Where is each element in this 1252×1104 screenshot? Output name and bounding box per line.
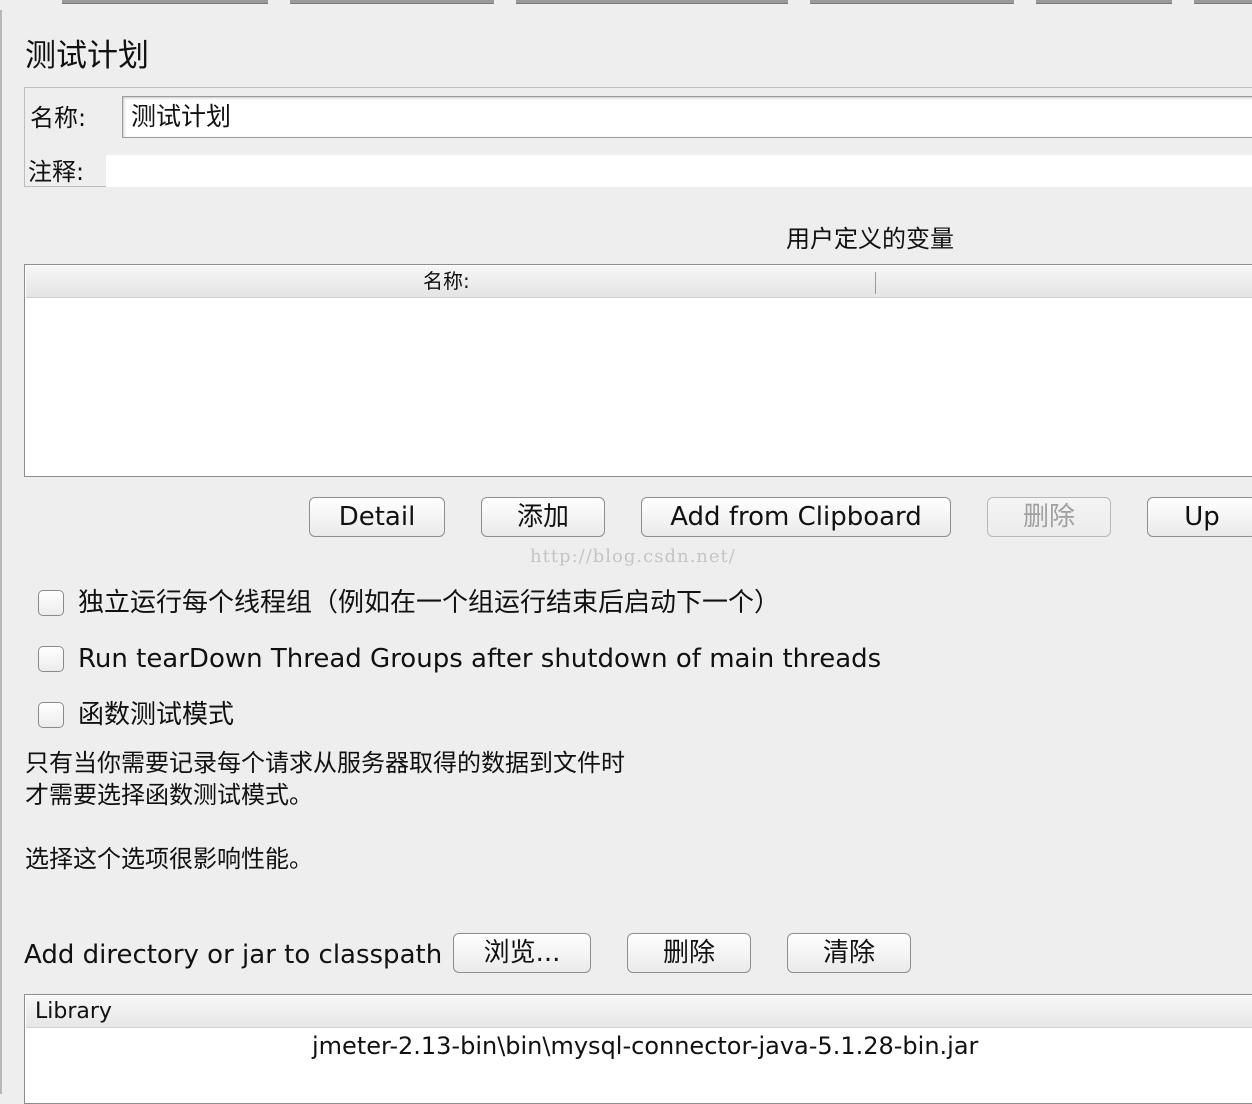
tab-stub[interactable] (1194, 0, 1252, 4)
performance-note: 选择这个选项很影响性能。 (25, 845, 313, 873)
variables-section-title: 用户定义的变量 (786, 225, 954, 253)
detail-button[interactable]: Detail (309, 497, 445, 537)
browse-button[interactable]: 浏览... (453, 933, 591, 973)
teardown-label: Run tearDown Thread Groups after shutdow… (78, 644, 882, 674)
tab-stub[interactable] (62, 0, 268, 4)
tab-stub[interactable] (290, 0, 494, 4)
column-header-name[interactable]: 名称: (423, 266, 470, 296)
panel-left-border (0, 10, 2, 1094)
teardown-checkbox[interactable] (38, 646, 64, 672)
variables-table[interactable]: 名称: (24, 264, 1252, 477)
independent-thread-groups-checkbox[interactable] (38, 590, 64, 616)
watermark: http://blog.csdn.net/ (530, 546, 736, 567)
clear-button[interactable]: 清除 (787, 933, 911, 973)
independent-thread-groups-label: 独立运行每个线程组（例如在一个组运行结束后启动下一个） (78, 588, 781, 618)
tab-stub[interactable] (516, 0, 788, 4)
variables-table-header: 名称: (26, 266, 1252, 298)
comment-input[interactable] (106, 155, 1252, 187)
functional-mode-checkbox[interactable] (38, 702, 64, 728)
functional-mode-label: 函数测试模式 (78, 700, 235, 730)
functional-mode-note-line2: 才需要选择函数测试模式。 (25, 781, 313, 809)
column-separator[interactable] (875, 272, 876, 294)
up-button[interactable]: Up (1147, 497, 1252, 537)
delete-library-button[interactable]: 删除 (627, 933, 751, 973)
library-column-header[interactable]: Library (35, 997, 112, 1027)
page-title: 测试计划 (25, 38, 149, 74)
library-table-header: Library (26, 996, 1252, 1028)
library-table[interactable]: Library jmeter-2.13-bin\bin\mysql-connec… (24, 994, 1252, 1104)
library-row[interactable]: jmeter-2.13-bin\bin\mysql-connector-java… (312, 1030, 978, 1062)
functional-mode-note-line1: 只有当你需要记录每个请求从服务器取得的数据到文件时 (25, 749, 625, 777)
tab-strip (0, 0, 1252, 12)
tab-stub[interactable] (1036, 0, 1172, 4)
delete-variable-button[interactable]: 删除 (987, 497, 1111, 537)
add-from-clipboard-button[interactable]: Add from Clipboard (641, 497, 951, 537)
name-label: 名称: (30, 104, 87, 132)
tab-stub[interactable] (810, 0, 1014, 4)
comment-label: 注释: (28, 158, 85, 186)
add-button[interactable]: 添加 (481, 497, 605, 537)
name-input[interactable]: 测试计划 (122, 96, 1252, 138)
classpath-label: Add directory or jar to classpath (24, 940, 443, 970)
